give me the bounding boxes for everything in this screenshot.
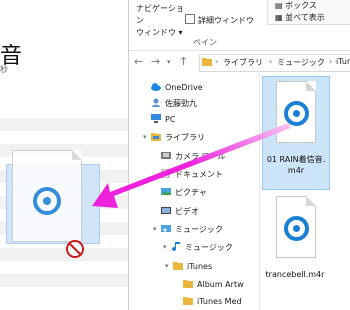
drag-arrow-annotation	[92, 123, 291, 208]
